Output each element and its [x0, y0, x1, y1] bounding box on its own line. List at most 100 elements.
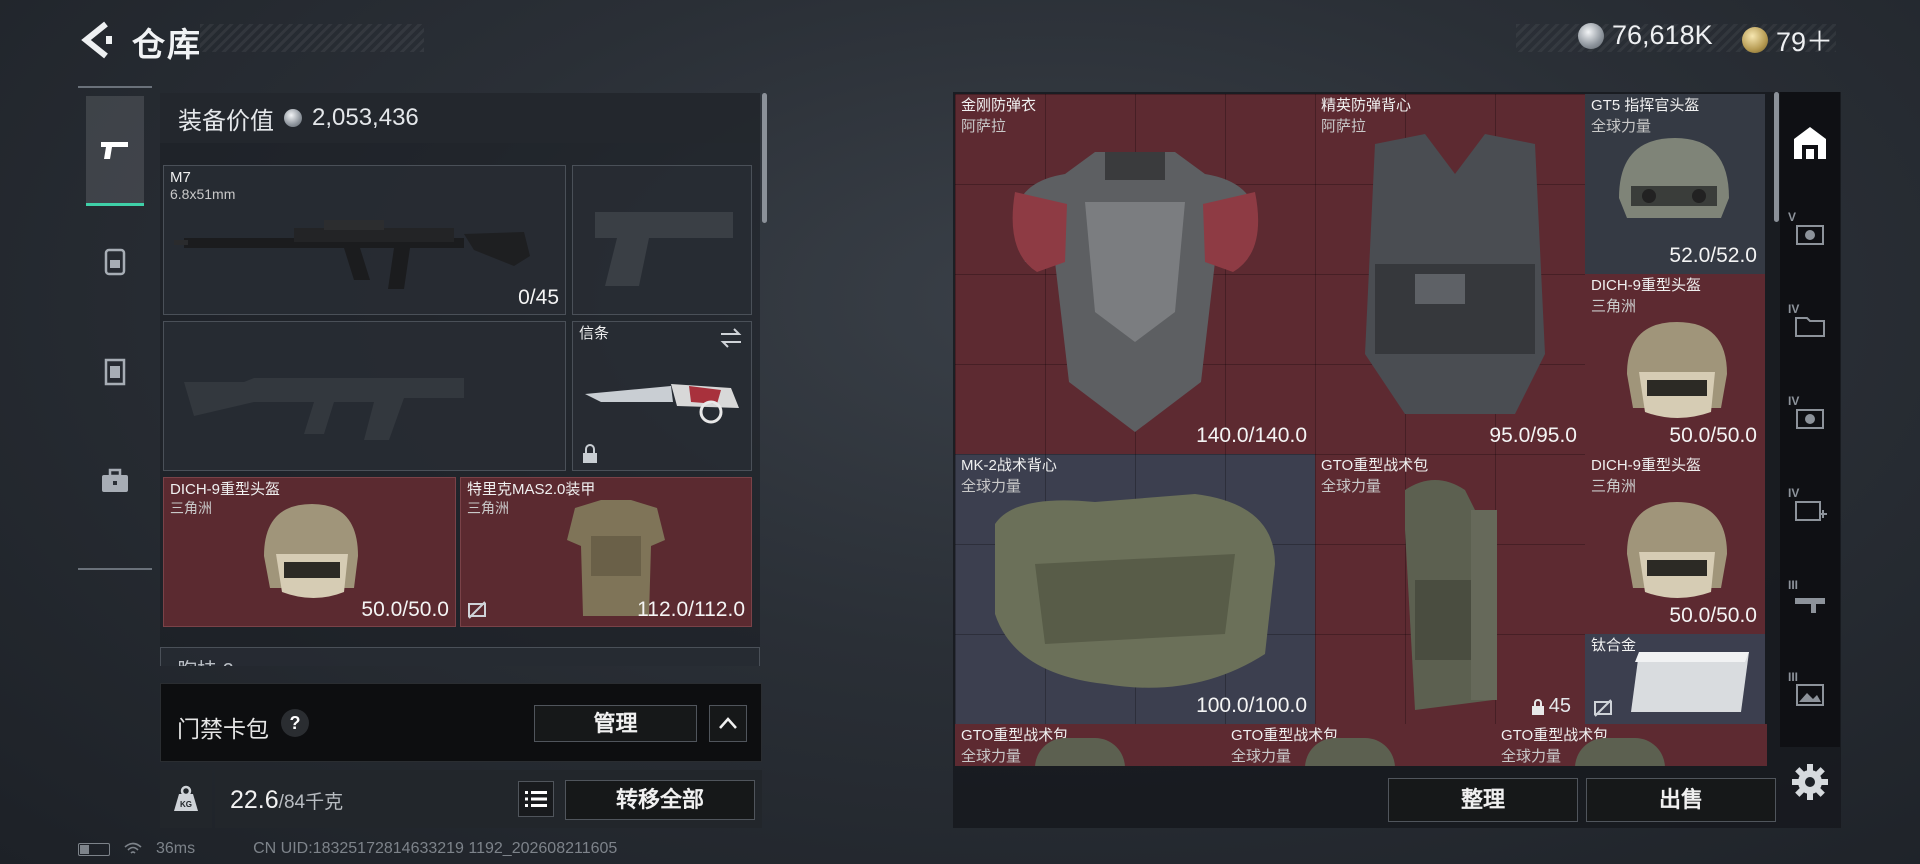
rifle-image — [174, 220, 530, 289]
filter-tier-3a[interactable]: III — [1788, 578, 1830, 622]
manage-button[interactable]: 管理 — [534, 705, 697, 742]
chevron-up-icon — [719, 717, 737, 729]
weight-readout: 22.6/84千克 — [230, 786, 343, 815]
stash-item-helmet-dich9-2[interactable]: DICH-9重型头盔 三角洲 50.0/50.0 — [1585, 454, 1765, 634]
armor-origin: 三角洲 — [467, 500, 509, 516]
filter-tier-3b[interactable]: III — [1788, 670, 1830, 714]
list-view-button[interactable] — [518, 781, 554, 817]
helmet-slot[interactable]: DICH-9重型头盔 三角洲 50.0/50.0 — [163, 477, 456, 627]
equipment-value-label: 装备价值 — [178, 107, 274, 135]
ping-readout: 36ms — [156, 840, 196, 857]
stash-grid: 金刚防弹衣 阿萨拉 140.0/140.0 精英防弹背心 阿萨拉 95.0/95… — [955, 94, 1767, 766]
list-icon — [525, 791, 547, 807]
pistol-silhouette-icon — [595, 212, 733, 286]
stash-item-armor-2[interactable]: 精英防弹背心 阿萨拉 95.0/95.0 — [1315, 94, 1585, 454]
secondary-weapon-slot[interactable] — [163, 321, 566, 471]
gold-currency-value: 79＋ — [1776, 27, 1834, 57]
back-arrow-icon[interactable] — [80, 20, 114, 60]
filter-all[interactable] — [1790, 122, 1830, 162]
swap-icon[interactable] — [719, 328, 743, 348]
nav-container[interactable] — [86, 316, 144, 426]
stash-item-vest-mk2[interactable]: MK-2战术背心 全球力量 100.0/100.0 — [955, 454, 1315, 724]
briefcase-icon — [102, 468, 128, 492]
item-durability: 140.0/140.0 — [1196, 424, 1307, 447]
silver-coin-icon — [1578, 22, 1604, 49]
silver-currency[interactable]: 76,618K — [1578, 20, 1713, 51]
weight-bar: 22.6/84千克 转移全部 — [215, 770, 762, 828]
equipment-value: 2,053,436 — [312, 104, 419, 131]
transfer-all-button[interactable]: 转移全部 — [565, 780, 755, 820]
chest-rig-slot[interactable]: 胸挂 2 — [160, 647, 760, 666]
loadout-scrollbar[interactable] — [762, 93, 767, 223]
gear-box-icon — [1796, 225, 1824, 245]
keycard-label: 门禁卡包 — [177, 716, 269, 742]
sell-button[interactable]: 出售 — [1586, 778, 1776, 822]
filter-tier-4b[interactable]: IV — [1788, 394, 1830, 438]
knife-image — [585, 384, 739, 424]
stash-item-backpack-gto-2[interactable]: GTO重型战术包 全球力量 — [955, 724, 1225, 766]
melee-name: 信条 — [579, 325, 610, 342]
stash-item-titanium[interactable]: 钛合金 — [1585, 634, 1765, 724]
armor-durability: 112.0/112.0 — [637, 598, 745, 621]
warehouse-icon — [1794, 127, 1826, 159]
weight-current: 22.6 — [230, 786, 279, 814]
filter-tier-5[interactable]: V — [1788, 210, 1830, 254]
silver-currency-value: 76,618K — [1612, 20, 1713, 50]
lock-icon — [583, 444, 597, 463]
wifi-icon — [124, 842, 142, 854]
gold-coin-icon — [1742, 26, 1768, 53]
item-origin: 全球力量 — [1501, 748, 1562, 765]
sidearm-slot[interactable] — [572, 165, 752, 315]
stash-scrollbar[interactable] — [1774, 92, 1779, 222]
item-count: 45 — [1548, 695, 1571, 717]
primary-weapon-name: M7 — [170, 169, 191, 186]
nav-case[interactable] — [86, 426, 144, 536]
item-name: DICH-9重型头盔 — [1591, 277, 1702, 294]
stash-item-backpack-gto[interactable]: GTO重型战术包 全球力量 45 — [1315, 454, 1585, 724]
item-durability: 52.0/52.0 — [1669, 244, 1757, 267]
filter-tier-4c[interactable]: IV — [1788, 486, 1830, 530]
medkit-icon — [1795, 501, 1827, 521]
page-title: 仓库 — [132, 26, 202, 63]
armor-slot[interactable]: 特里克MAS2.0装甲 三角洲 112.0/112.0 — [460, 477, 752, 627]
nav-weapons[interactable] — [86, 96, 144, 206]
item-origin: 全球力量 — [1321, 478, 1382, 495]
rifle-silhouette-icon — [184, 378, 464, 440]
primary-weapon-slot[interactable]: M7 6.8x51mm 0/45 — [163, 165, 566, 315]
melee-slot[interactable]: 信条 — [572, 321, 752, 471]
stash-item-backpack-gto-3[interactable]: GTO重型战术包 全球力量 — [1225, 724, 1495, 766]
stash-item-helmet-dich9[interactable]: DICH-9重型头盔 三角洲 50.0/50.0 — [1585, 274, 1765, 454]
nav-supplies[interactable] — [86, 206, 144, 316]
loadout-panel: 装备价值 2,053,436 M7 6.8x51mm 0/45 信条 DICH-… — [160, 93, 760, 666]
folder-icon — [1795, 317, 1825, 337]
equipment-value-bar: 装备价值 2,053,436 — [160, 93, 760, 143]
help-icon[interactable]: ? — [281, 709, 309, 737]
filter-tier-4a[interactable]: IV — [1788, 302, 1830, 346]
sort-button[interactable]: 整理 — [1388, 778, 1578, 822]
settings-gear-icon[interactable] — [1790, 762, 1830, 802]
title-decoration — [200, 24, 424, 52]
item-name: 精英防弹背心 — [1321, 97, 1412, 114]
heavy-armor-image — [1012, 152, 1259, 432]
stash-item-helmet-gt5[interactable]: GT5 指挥官头盔 全球力量 52.0/52.0 — [1585, 94, 1765, 274]
gear-box-icon — [1796, 409, 1824, 429]
item-name: GT5 指挥官头盔 — [1591, 97, 1700, 114]
status-bar: 36ms CN UID:18325172814633219 1192_20260… — [78, 840, 617, 858]
gold-currency[interactable]: 79＋ — [1742, 20, 1833, 59]
helmet-image — [1627, 322, 1727, 418]
item-count-badge: 45 — [1531, 695, 1571, 718]
weight-max: /84千克 — [278, 792, 344, 813]
helmet-image — [264, 504, 358, 598]
item-name: MK-2战术背心 — [961, 457, 1057, 474]
helmet-image — [1619, 138, 1729, 218]
item-durability: 100.0/100.0 — [1196, 694, 1307, 717]
item-origin: 全球力量 — [961, 748, 1022, 765]
stash-item-backpack-gto-4[interactable]: GTO重型战术包 全球力量 — [1495, 724, 1767, 766]
stash-item-armor-1[interactable]: 金刚防弹衣 阿萨拉 140.0/140.0 — [955, 94, 1315, 454]
collapse-button[interactable] — [709, 705, 747, 742]
item-origin: 全球力量 — [1231, 748, 1292, 765]
lock-icon — [1531, 698, 1544, 715]
pistol-icon — [101, 141, 128, 159]
silver-coin-icon — [284, 109, 302, 127]
helmet-origin: 三角洲 — [170, 500, 212, 516]
